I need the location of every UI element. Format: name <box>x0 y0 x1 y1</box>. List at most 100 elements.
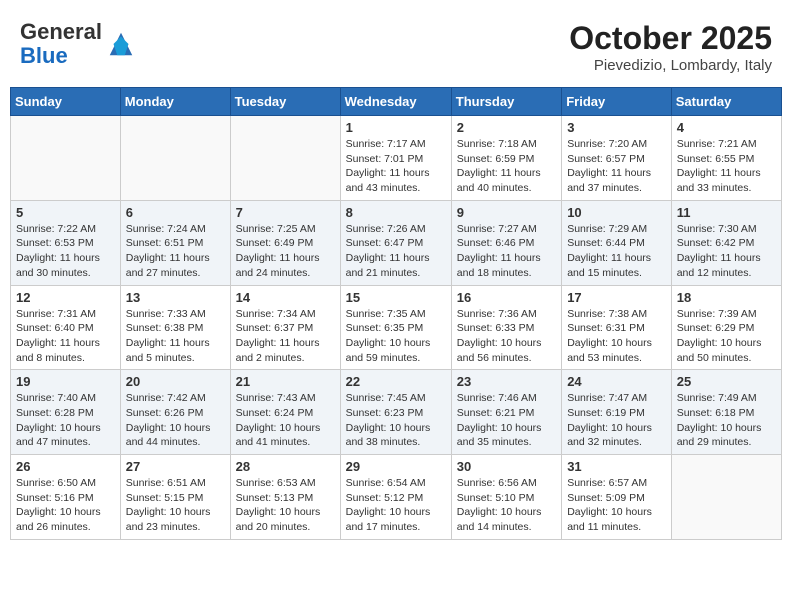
calendar-day-cell: 22 Sunrise: 7:45 AM Sunset: 6:23 PM Dayli… <box>340 370 451 455</box>
calendar-day-cell: 7 Sunrise: 7:25 AM Sunset: 6:49 PM Daylig… <box>230 200 340 285</box>
day-info: Sunrise: 7:40 AM Sunset: 6:28 PM Dayligh… <box>16 391 115 450</box>
day-info: Sunrise: 7:38 AM Sunset: 6:31 PM Dayligh… <box>567 307 666 366</box>
logo-general: General <box>20 20 102 44</box>
day-info: Sunrise: 7:33 AM Sunset: 6:38 PM Dayligh… <box>126 307 225 366</box>
weekday-header-monday: Monday <box>120 88 230 116</box>
day-number: 17 <box>567 290 666 305</box>
title-block: October 2025 Pievedizio, Lombardy, Italy <box>569 20 772 74</box>
day-info: Sunrise: 7:29 AM Sunset: 6:44 PM Dayligh… <box>567 222 666 281</box>
day-number: 8 <box>346 205 446 220</box>
day-number: 29 <box>346 459 446 474</box>
calendar-day-cell: 23 Sunrise: 7:46 AM Sunset: 6:21 PM Dayli… <box>451 370 561 455</box>
calendar-week-row: 1 Sunrise: 7:17 AM Sunset: 7:01 PM Daylig… <box>11 116 782 201</box>
day-info: Sunrise: 6:51 AM Sunset: 5:15 PM Dayligh… <box>126 476 225 535</box>
calendar-day-cell: 15Sunrise: 7:35 AM Sunset: 6:35 PM Dayli… <box>340 285 451 370</box>
day-info: Sunrise: 6:50 AM Sunset: 5:16 PM Dayligh… <box>16 476 115 535</box>
calendar-week-row: 19 Sunrise: 7:40 AM Sunset: 6:28 PM Dayli… <box>11 370 782 455</box>
day-info: Sunrise: 7:45 AM Sunset: 6:23 PM Dayligh… <box>346 391 446 450</box>
calendar-day-cell: 2 Sunrise: 7:18 AM Sunset: 6:59 PM Daylig… <box>451 116 561 201</box>
day-info: Sunrise: 7:20 AM Sunset: 6:57 PM Dayligh… <box>567 137 666 196</box>
calendar-week-row: 12 Sunrise: 7:31 AM Sunset: 6:40 PM Dayli… <box>11 285 782 370</box>
day-info: Sunrise: 6:54 AM Sunset: 5:12 PM Dayligh… <box>346 476 446 535</box>
day-info: Sunrise: 7:31 AM Sunset: 6:40 PM Dayligh… <box>16 307 115 366</box>
day-number: 4 <box>677 120 776 135</box>
calendar-day-cell: 3 Sunrise: 7:20 AM Sunset: 6:57 PM Daylig… <box>562 116 672 201</box>
calendar-day-cell: 1 Sunrise: 7:17 AM Sunset: 7:01 PM Daylig… <box>340 116 451 201</box>
calendar-day-cell: 29 Sunrise: 6:54 AM Sunset: 5:12 PM Dayli… <box>340 455 451 540</box>
calendar-day-cell <box>230 116 340 201</box>
weekday-header-row: SundayMondayTuesdayWednesdayThursdayFrid… <box>11 88 782 116</box>
day-info: Sunrise: 6:56 AM Sunset: 5:10 PM Dayligh… <box>457 476 556 535</box>
weekday-header-saturday: Saturday <box>671 88 781 116</box>
month-year: October 2025 <box>569 20 772 57</box>
day-number: 12 <box>16 290 115 305</box>
day-info: Sunrise: 7:34 AM Sunset: 6:37 PM Dayligh… <box>236 307 335 366</box>
day-number: 1 <box>346 120 446 135</box>
calendar-day-cell: 16 Sunrise: 7:36 AM Sunset: 6:33 PM Dayli… <box>451 285 561 370</box>
calendar-day-cell: 31Sunrise: 6:57 AM Sunset: 5:09 PM Dayli… <box>562 455 672 540</box>
day-number: 3 <box>567 120 666 135</box>
calendar-day-cell: 21Sunrise: 7:43 AM Sunset: 6:24 PM Dayli… <box>230 370 340 455</box>
logo: General Blue <box>20 20 136 68</box>
calendar-day-cell: 4 Sunrise: 7:21 AM Sunset: 6:55 PM Daylig… <box>671 116 781 201</box>
weekday-header-tuesday: Tuesday <box>230 88 340 116</box>
logo-icon <box>106 29 136 59</box>
day-number: 6 <box>126 205 225 220</box>
day-info: Sunrise: 7:24 AM Sunset: 6:51 PM Dayligh… <box>126 222 225 281</box>
day-number: 11 <box>677 205 776 220</box>
calendar-day-cell: 27 Sunrise: 6:51 AM Sunset: 5:15 PM Dayli… <box>120 455 230 540</box>
calendar-day-cell: 18 Sunrise: 7:39 AM Sunset: 6:29 PM Dayli… <box>671 285 781 370</box>
day-info: Sunrise: 7:18 AM Sunset: 6:59 PM Dayligh… <box>457 137 556 196</box>
day-number: 23 <box>457 374 556 389</box>
day-number: 2 <box>457 120 556 135</box>
weekday-header-friday: Friday <box>562 88 672 116</box>
day-number: 26 <box>16 459 115 474</box>
calendar-day-cell: 25Sunrise: 7:49 AM Sunset: 6:18 PM Dayli… <box>671 370 781 455</box>
day-info: Sunrise: 7:26 AM Sunset: 6:47 PM Dayligh… <box>346 222 446 281</box>
day-number: 13 <box>126 290 225 305</box>
day-number: 7 <box>236 205 335 220</box>
day-info: Sunrise: 7:49 AM Sunset: 6:18 PM Dayligh… <box>677 391 776 450</box>
calendar-day-cell <box>671 455 781 540</box>
day-info: Sunrise: 7:22 AM Sunset: 6:53 PM Dayligh… <box>16 222 115 281</box>
location: Pievedizio, Lombardy, Italy <box>569 57 772 74</box>
day-number: 19 <box>16 374 115 389</box>
day-info: Sunrise: 7:21 AM Sunset: 6:55 PM Dayligh… <box>677 137 776 196</box>
day-info: Sunrise: 7:39 AM Sunset: 6:29 PM Dayligh… <box>677 307 776 366</box>
day-number: 15 <box>346 290 446 305</box>
day-number: 20 <box>126 374 225 389</box>
calendar-week-row: 5 Sunrise: 7:22 AM Sunset: 6:53 PM Daylig… <box>11 200 782 285</box>
day-info: Sunrise: 7:25 AM Sunset: 6:49 PM Dayligh… <box>236 222 335 281</box>
day-number: 16 <box>457 290 556 305</box>
weekday-header-thursday: Thursday <box>451 88 561 116</box>
page-header: General Blue October 2025 Pievedizio, Lo… <box>10 10 782 79</box>
weekday-header-sunday: Sunday <box>11 88 121 116</box>
calendar-day-cell <box>11 116 121 201</box>
calendar-day-cell <box>120 116 230 201</box>
day-info: Sunrise: 7:42 AM Sunset: 6:26 PM Dayligh… <box>126 391 225 450</box>
day-number: 21 <box>236 374 335 389</box>
day-info: Sunrise: 7:36 AM Sunset: 6:33 PM Dayligh… <box>457 307 556 366</box>
calendar-day-cell: 30 Sunrise: 6:56 AM Sunset: 5:10 PM Dayli… <box>451 455 561 540</box>
day-number: 5 <box>16 205 115 220</box>
calendar-day-cell: 11Sunrise: 7:30 AM Sunset: 6:42 PM Dayli… <box>671 200 781 285</box>
day-info: Sunrise: 7:17 AM Sunset: 7:01 PM Dayligh… <box>346 137 446 196</box>
day-number: 30 <box>457 459 556 474</box>
day-number: 18 <box>677 290 776 305</box>
calendar-day-cell: 28 Sunrise: 6:53 AM Sunset: 5:13 PM Dayli… <box>230 455 340 540</box>
calendar-day-cell: 26 Sunrise: 6:50 AM Sunset: 5:16 PM Dayli… <box>11 455 121 540</box>
day-number: 28 <box>236 459 335 474</box>
calendar-day-cell: 13 Sunrise: 7:33 AM Sunset: 6:38 PM Dayli… <box>120 285 230 370</box>
calendar-day-cell: 8 Sunrise: 7:26 AM Sunset: 6:47 PM Daylig… <box>340 200 451 285</box>
calendar-day-cell: 5 Sunrise: 7:22 AM Sunset: 6:53 PM Daylig… <box>11 200 121 285</box>
day-number: 27 <box>126 459 225 474</box>
calendar-day-cell: 12 Sunrise: 7:31 AM Sunset: 6:40 PM Dayli… <box>11 285 121 370</box>
day-number: 9 <box>457 205 556 220</box>
day-info: Sunrise: 7:46 AM Sunset: 6:21 PM Dayligh… <box>457 391 556 450</box>
day-number: 22 <box>346 374 446 389</box>
day-number: 10 <box>567 205 666 220</box>
calendar-day-cell: 10 Sunrise: 7:29 AM Sunset: 6:44 PM Dayli… <box>562 200 672 285</box>
weekday-header-wednesday: Wednesday <box>340 88 451 116</box>
day-info: Sunrise: 6:53 AM Sunset: 5:13 PM Dayligh… <box>236 476 335 535</box>
calendar-day-cell: 19 Sunrise: 7:40 AM Sunset: 6:28 PM Dayli… <box>11 370 121 455</box>
